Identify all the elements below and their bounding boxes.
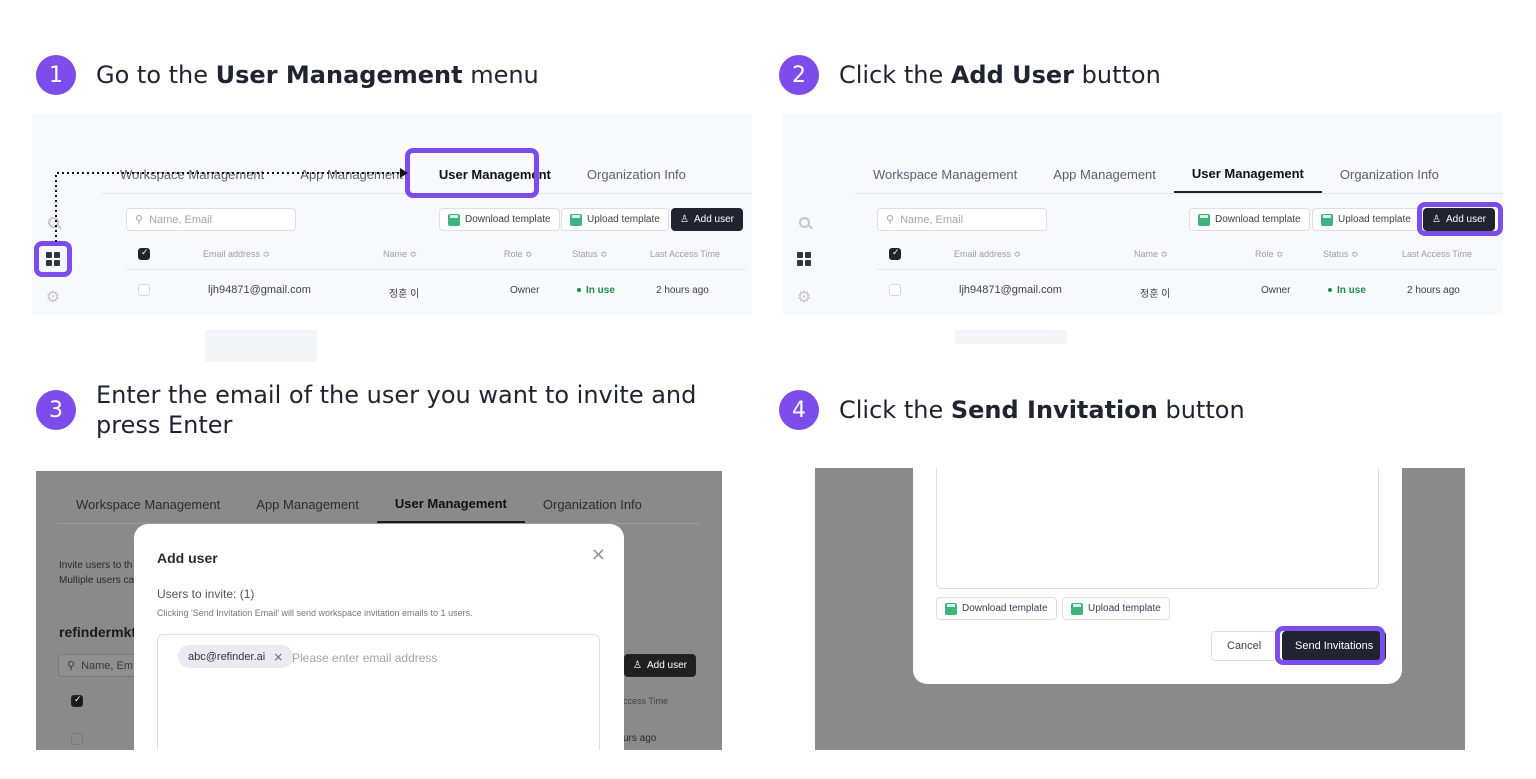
cancel-button[interactable]: Cancel bbox=[1211, 631, 1278, 661]
step-1-number: 1 bbox=[36, 55, 76, 95]
csv-file-icon bbox=[1071, 602, 1083, 615]
step-4-number: 4 bbox=[779, 390, 819, 430]
download-template-button[interactable]: Download template bbox=[439, 208, 560, 231]
csv-file-icon bbox=[448, 213, 460, 226]
col-last-access: Last Access Time bbox=[650, 249, 721, 259]
tab-workspace-management[interactable]: Workspace Management bbox=[58, 485, 238, 523]
row-role: Owner bbox=[510, 285, 540, 296]
users-to-invite-count: Users to invite: (1) bbox=[157, 587, 255, 601]
tab-app-management[interactable]: App Management bbox=[238, 485, 377, 523]
download-template-button[interactable]: Download template bbox=[1189, 208, 1310, 231]
step-1-heading: 1 Go to the User Management menu bbox=[36, 55, 539, 95]
chip-email: abc@refinder.ai bbox=[188, 650, 266, 663]
csv-file-icon bbox=[1321, 213, 1333, 226]
upload-template-button[interactable]: Upload template bbox=[1312, 208, 1420, 231]
col-role[interactable]: Role ≎ bbox=[1255, 249, 1284, 260]
search-icon: ⚲ bbox=[67, 660, 76, 672]
invite-description-1: Invite users to th bbox=[59, 560, 133, 571]
step-3-title: Enter the email of the user you want to … bbox=[96, 381, 697, 439]
csv-file-icon bbox=[945, 602, 957, 615]
row-checkbox[interactable] bbox=[138, 284, 150, 296]
download-template-button[interactable]: Download template bbox=[936, 597, 1057, 620]
email-field[interactable]: Please enter email address bbox=[292, 651, 437, 665]
add-person-icon: ♙ bbox=[633, 660, 642, 671]
row-last-access: 2 hours ago bbox=[656, 285, 709, 296]
step-2-heading: 2 Click the Add User button bbox=[779, 55, 1161, 95]
tab-organization-info[interactable]: Organization Info bbox=[569, 155, 704, 193]
invite-hint: Clicking 'Send Invitation Email' will se… bbox=[157, 608, 473, 618]
row-name: 정훈 이 bbox=[1140, 289, 1171, 300]
step-1-title: Go to the User Management menu bbox=[96, 61, 539, 89]
apps-grid-icon[interactable] bbox=[795, 250, 813, 268]
row-status: In use bbox=[1328, 285, 1366, 296]
step-2-title: Click the Add User button bbox=[839, 61, 1161, 89]
tab-workspace-management[interactable]: Workspace Management bbox=[855, 155, 1035, 193]
select-all-checkbox[interactable] bbox=[138, 248, 150, 260]
highlight-send-invitations-button bbox=[1275, 626, 1385, 665]
csv-file-icon bbox=[570, 213, 582, 226]
select-all-checkbox[interactable] bbox=[71, 695, 83, 707]
row-checkbox[interactable] bbox=[889, 284, 901, 296]
highlight-user-management-tab bbox=[405, 148, 539, 198]
step-2-screenshot: Workspace Management App Management User… bbox=[783, 113, 1503, 315]
col-role[interactable]: Role ≎ bbox=[504, 249, 533, 260]
step-4-heading: 4 Click the Send Invitation button bbox=[779, 390, 1245, 430]
upload-template-button[interactable]: Upload template bbox=[561, 208, 669, 231]
add-user-button[interactable]: ♙ Add user bbox=[624, 654, 696, 677]
email-input-area[interactable] bbox=[936, 468, 1379, 589]
col-name[interactable]: Name ≎ bbox=[383, 249, 417, 260]
tab-bar: Workspace Management App Management User… bbox=[58, 485, 700, 524]
step-3-screenshot: Workspace Management App Management User… bbox=[36, 471, 722, 750]
tab-organization-info[interactable]: Organization Info bbox=[1322, 155, 1457, 193]
email-input-area[interactable]: abc@refinder.ai × Please enter email add… bbox=[157, 634, 600, 750]
dotted-arrow bbox=[55, 168, 408, 242]
col-email[interactable]: Email address ≎ bbox=[203, 249, 270, 260]
modal-title: Add user bbox=[157, 550, 218, 566]
step-3-number: 3 bbox=[36, 390, 76, 430]
step-2-number: 2 bbox=[779, 55, 819, 95]
row-name: 정훈 이 bbox=[389, 289, 420, 300]
row-email: ljh94871@gmail.com bbox=[208, 284, 311, 296]
highlight-apps-icon bbox=[34, 241, 72, 277]
tab-user-management[interactable]: User Management bbox=[376, 485, 525, 523]
col-email[interactable]: Email address ≎ bbox=[954, 249, 1021, 260]
settings-gear-icon[interactable]: ⚙ bbox=[44, 287, 62, 306]
step-4-screenshot: Download template Upload template Cancel… bbox=[815, 468, 1465, 750]
add-user-button[interactable]: ♙ Add user bbox=[671, 208, 743, 231]
col-last-access: Last Access Time bbox=[1402, 249, 1473, 259]
add-person-icon: ♙ bbox=[680, 214, 689, 225]
row-last-access: urs ago bbox=[623, 733, 657, 744]
add-user-modal: Add user × Users to invite: (1) Clicking… bbox=[134, 524, 624, 750]
settings-gear-icon[interactable]: ⚙ bbox=[795, 287, 813, 306]
tab-organization-info[interactable]: Organization Info bbox=[525, 485, 660, 523]
search-icon: ⚲ bbox=[886, 214, 895, 226]
col-last-access: ccess Time bbox=[623, 696, 669, 706]
step-3-heading: 3 Enter the email of the user you want t… bbox=[36, 380, 696, 440]
step-4-title: Click the Send Invitation button bbox=[839, 396, 1245, 424]
col-status[interactable]: Status ≎ bbox=[572, 249, 608, 260]
col-name[interactable]: Name ≎ bbox=[1134, 249, 1168, 260]
email-chip: abc@refinder.ai × bbox=[178, 645, 294, 668]
chip-remove-icon[interactable]: × bbox=[273, 650, 283, 664]
tab-app-management[interactable]: App Management bbox=[1035, 155, 1174, 193]
tab-user-management[interactable]: User Management bbox=[1173, 155, 1322, 193]
invite-description-2: Multiple users ca bbox=[59, 575, 135, 586]
tab-bar: Workspace Management App Management User… bbox=[855, 155, 1503, 194]
workspace-name: refindermkt bbox=[59, 624, 137, 640]
select-all-checkbox[interactable] bbox=[889, 248, 901, 260]
close-icon[interactable]: × bbox=[591, 544, 606, 565]
row-checkbox[interactable] bbox=[71, 733, 83, 745]
search-input[interactable]: ⚲ Name, Email bbox=[877, 208, 1047, 231]
col-status[interactable]: Status ≎ bbox=[1323, 249, 1359, 260]
row-last-access: 2 hours ago bbox=[1407, 285, 1460, 296]
csv-file-icon bbox=[1198, 213, 1210, 226]
row-role: Owner bbox=[1261, 285, 1291, 296]
search-icon[interactable] bbox=[795, 213, 813, 231]
upload-template-button[interactable]: Upload template bbox=[1062, 597, 1170, 620]
highlight-add-user-button bbox=[1417, 202, 1503, 236]
row-email: ljh94871@gmail.com bbox=[959, 284, 1062, 296]
row-status: In use bbox=[577, 285, 615, 296]
